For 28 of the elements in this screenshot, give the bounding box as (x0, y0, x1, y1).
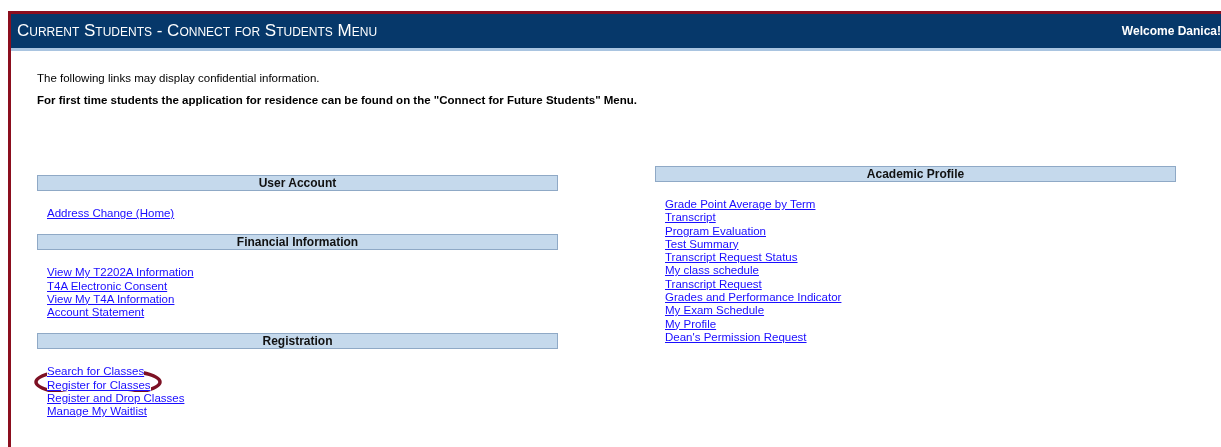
menu-link[interactable]: View My T2202A Information (47, 266, 194, 279)
menu-link[interactable]: Dean's Permission Request (665, 330, 807, 343)
menu-link[interactable]: Search for Classes (47, 365, 145, 378)
page-title: Current Students - Connect for Students Menu (17, 21, 378, 41)
menu-link[interactable]: Transcript Request Status (665, 251, 798, 264)
menu-link[interactable]: Register for Classes (47, 378, 151, 391)
section-header: Registration (37, 333, 558, 350)
menu-link[interactable]: Grade Point Average by Term (665, 198, 816, 210)
menu-link[interactable]: Program Evaluation (665, 224, 766, 237)
section-header: User Account (37, 175, 558, 191)
menu-link[interactable]: Address Change (Home) (47, 207, 175, 219)
menu-link[interactable]: My class schedule (665, 264, 759, 277)
menu-link[interactable]: My Exam Schedule (665, 304, 765, 317)
menu-link[interactable]: Test Summary (665, 237, 739, 250)
menu-link[interactable]: My Profile (665, 317, 717, 330)
menu-link[interactable]: Account Statement (47, 306, 145, 319)
info-text: The following links may display confidential information. (37, 72, 321, 84)
menu-link[interactable]: Manage My Waitlist (47, 405, 147, 418)
notice-text: For first time students the application for residence can be found on the "Connect for Future Students" Menu. (37, 94, 638, 106)
menu-link[interactable]: Register and Drop Classes (47, 392, 185, 405)
welcome-text: Welcome Danica! (1121, 24, 1221, 38)
menu-link[interactable]: Transcript (665, 211, 716, 224)
menu-link[interactable]: Transcript Request (665, 277, 762, 290)
section-header: Financial Information (37, 234, 558, 251)
menu-link[interactable]: T4A Electronic Consent (47, 279, 168, 292)
section-header: Academic Profile (655, 166, 1176, 182)
menu-link[interactable]: View My T4A Information (47, 292, 175, 305)
menu-link[interactable]: Grades and Performance Indicator (665, 291, 842, 304)
